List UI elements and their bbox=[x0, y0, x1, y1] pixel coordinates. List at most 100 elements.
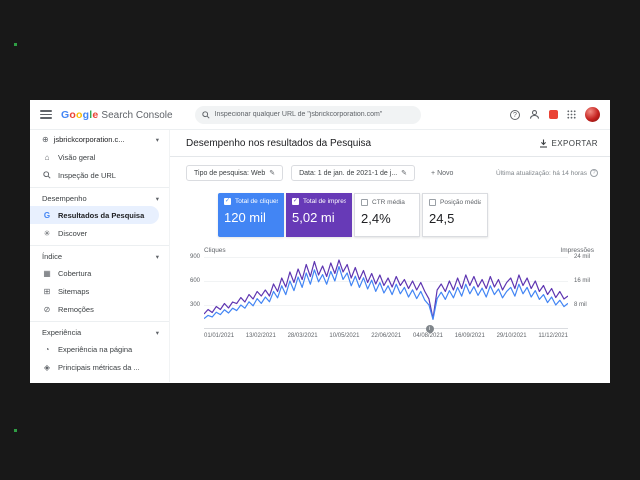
card-average-ctr[interactable]: CTR média 2,4% bbox=[354, 193, 420, 237]
metric-value: 5,02 mi bbox=[292, 210, 335, 225]
x-axis-tick: 28/03/2021 bbox=[287, 333, 318, 339]
metric-value: 2,4% bbox=[361, 211, 391, 226]
checkbox-unchecked-icon[interactable] bbox=[361, 199, 368, 206]
chevron-down-icon: ▾ bbox=[155, 253, 159, 261]
property-selector[interactable]: ⊕ jsbrickcorporation.c... ▾ bbox=[30, 132, 169, 148]
artifact-dot-top bbox=[14, 43, 17, 46]
card-average-position[interactable]: Posição média 24,5 bbox=[422, 193, 488, 237]
x-axis-tick: 11/12/2021 bbox=[538, 333, 568, 339]
chip-new-filter[interactable]: + Novo bbox=[423, 165, 462, 181]
coverage-icon: ▦ bbox=[43, 268, 51, 278]
page-experience-icon: ◔ bbox=[44, 344, 50, 354]
annotation-info-icon[interactable]: i bbox=[425, 325, 434, 333]
x-axis-labels: 01/01/2021 13/02/2021 28/03/2021 10/05/2021… bbox=[204, 333, 594, 339]
sidebar-item-discover[interactable]: ✳ Discover bbox=[30, 224, 159, 242]
left-axis-ticks: 900 600 300 bbox=[186, 254, 204, 329]
metric-value: 120 mil bbox=[224, 210, 266, 225]
search-console-window: Google Search Console Inspecionar qualqu… bbox=[30, 100, 610, 383]
sidebar-item-removals[interactable]: ⊘ Remoções bbox=[30, 300, 159, 318]
download-icon bbox=[539, 139, 547, 148]
sidebar-item-page-experience[interactable]: ◔ Experiência na página bbox=[30, 340, 159, 358]
desktop-background: Google Search Console Inspecionar qualqu… bbox=[0, 0, 640, 480]
x-axis-tick: 16/09/2021 bbox=[454, 333, 485, 339]
sidebar-item-overview[interactable]: ⌂ Visão geral bbox=[30, 148, 159, 166]
performance-chart: Cliques Impressões 900 600 300 i 24 mil … bbox=[186, 247, 594, 339]
y-axis-tick-right: 16 mil bbox=[574, 277, 591, 284]
google-logo-word: Google bbox=[61, 108, 99, 121]
checkbox-checked-icon[interactable]: ✓ bbox=[292, 198, 299, 205]
sidebar-item-search-results[interactable]: G Resultados da Pesquisa bbox=[30, 206, 159, 224]
removals-icon: ⊘ bbox=[43, 304, 51, 314]
avatar[interactable] bbox=[585, 107, 600, 122]
y-axis-tick-left: 300 bbox=[189, 301, 200, 308]
x-axis-tick: 01/01/2021 bbox=[204, 333, 235, 339]
metric-value: 24,5 bbox=[429, 211, 455, 226]
home-icon: ⌂ bbox=[44, 152, 50, 162]
x-axis-tick: 22/06/2021 bbox=[371, 333, 402, 339]
sitemap-icon: ⊞ bbox=[43, 286, 51, 296]
x-axis-tick: 13/02/2021 bbox=[245, 333, 276, 339]
search-placeholder: Inspecionar qualquer URL de "jsbrickcorp… bbox=[214, 111, 383, 118]
google-g-icon: G bbox=[43, 210, 51, 220]
divider bbox=[30, 187, 169, 188]
artifact-dot-bottom bbox=[14, 429, 17, 432]
main-content: Desempenho nos resultados da Pesquisa EX… bbox=[170, 130, 610, 382]
sidebar-item-coverage[interactable]: ▦ Cobertura bbox=[30, 264, 159, 282]
property-icon: ⊕ bbox=[42, 135, 49, 144]
page-header: Desempenho nos resultados da Pesquisa EX… bbox=[170, 130, 610, 156]
sidebar-section-experience[interactable]: Experiência ▾ bbox=[30, 325, 169, 340]
sidebar-item-core-web-vitals[interactable]: ◈ Principais métricas da ... bbox=[30, 358, 159, 376]
checkbox-checked-icon[interactable]: ✓ bbox=[224, 198, 231, 205]
property-label: jsbrickcorporation.c... bbox=[53, 135, 125, 144]
discover-icon: ✳ bbox=[43, 228, 51, 238]
app-logo[interactable]: Google Search Console bbox=[61, 109, 173, 121]
y-axis-tick-left: 900 bbox=[189, 254, 200, 260]
help-icon[interactable]: ? bbox=[510, 109, 520, 120]
checkbox-unchecked-icon[interactable] bbox=[429, 199, 436, 206]
notification-badge-icon[interactable] bbox=[549, 110, 558, 119]
sidebar-item-url-inspection[interactable]: Inspeção de URL bbox=[30, 166, 159, 184]
right-axis-title: Impressões bbox=[560, 247, 594, 254]
last-update-text: Última atualização: há 14 horas ? bbox=[496, 169, 598, 177]
core-web-vitals-icon: ◈ bbox=[43, 362, 51, 372]
x-axis-tick: 04/08/2021 bbox=[412, 333, 444, 339]
chip-date-range[interactable]: Data: 1 de jan. de 2021-1 de j... ✎ bbox=[291, 165, 416, 181]
page-title: Desempenho nos resultados da Pesquisa bbox=[186, 138, 372, 149]
y-axis-tick-left: 600 bbox=[189, 277, 200, 284]
divider bbox=[30, 245, 169, 246]
sidebar-item-sitemaps[interactable]: ⊞ Sitemaps bbox=[30, 282, 159, 300]
y-axis-tick-right: 8 mil bbox=[574, 301, 587, 308]
export-button[interactable]: EXPORTAR bbox=[539, 139, 598, 148]
sidebar-section-performance[interactable]: Desempenho ▾ bbox=[30, 191, 169, 206]
apps-grid-icon[interactable] bbox=[567, 110, 576, 119]
left-axis-title: Cliques bbox=[204, 247, 226, 254]
y-axis-tick-right: 24 mil bbox=[574, 254, 591, 260]
card-total-impressions[interactable]: ✓ Total de impress... 5,02 mi bbox=[286, 193, 352, 237]
chevron-down-icon: ▾ bbox=[155, 329, 159, 337]
x-axis-tick: 10/05/2021 bbox=[329, 333, 360, 339]
chevron-down-icon: ▾ bbox=[155, 136, 159, 144]
filter-bar: Tipo de pesquisa: Web ✎ Data: 1 de jan. … bbox=[170, 157, 610, 181]
menu-icon[interactable] bbox=[40, 110, 52, 119]
right-axis-ticks: 24 mil 16 mil 8 mil bbox=[568, 254, 594, 329]
account-icon[interactable] bbox=[529, 109, 540, 120]
product-name: Search Console bbox=[101, 109, 173, 121]
chart-plot-area[interactable]: i bbox=[204, 257, 568, 333]
sidebar-section-index[interactable]: Índice ▾ bbox=[30, 249, 169, 264]
edit-icon: ✎ bbox=[401, 170, 408, 177]
help-icon[interactable]: ? bbox=[590, 169, 598, 177]
chevron-down-icon: ▾ bbox=[155, 195, 159, 203]
topbar-actions: ? bbox=[510, 107, 600, 122]
app-topbar: Google Search Console Inspecionar qualqu… bbox=[30, 100, 610, 130]
divider bbox=[30, 321, 169, 322]
url-inspection-search-input[interactable]: Inspecionar qualquer URL de "jsbrickcorp… bbox=[194, 105, 421, 124]
sidebar: ⊕ jsbrickcorporation.c... ▾ ⌂ Visão gera… bbox=[30, 130, 170, 382]
chart-lines bbox=[204, 257, 568, 329]
card-total-clicks[interactable]: ✓ Total de cliques 120 mil bbox=[218, 193, 284, 237]
x-axis-tick: 29/10/2021 bbox=[496, 333, 527, 339]
chart-axis-titles: Cliques Impressões bbox=[186, 247, 594, 254]
search-icon bbox=[201, 110, 210, 119]
metric-cards: ✓ Total de cliques 120 mil ✓ Total de im… bbox=[218, 193, 610, 237]
chip-search-type[interactable]: Tipo de pesquisa: Web ✎ bbox=[186, 165, 284, 181]
magnifier-icon bbox=[42, 171, 52, 179]
